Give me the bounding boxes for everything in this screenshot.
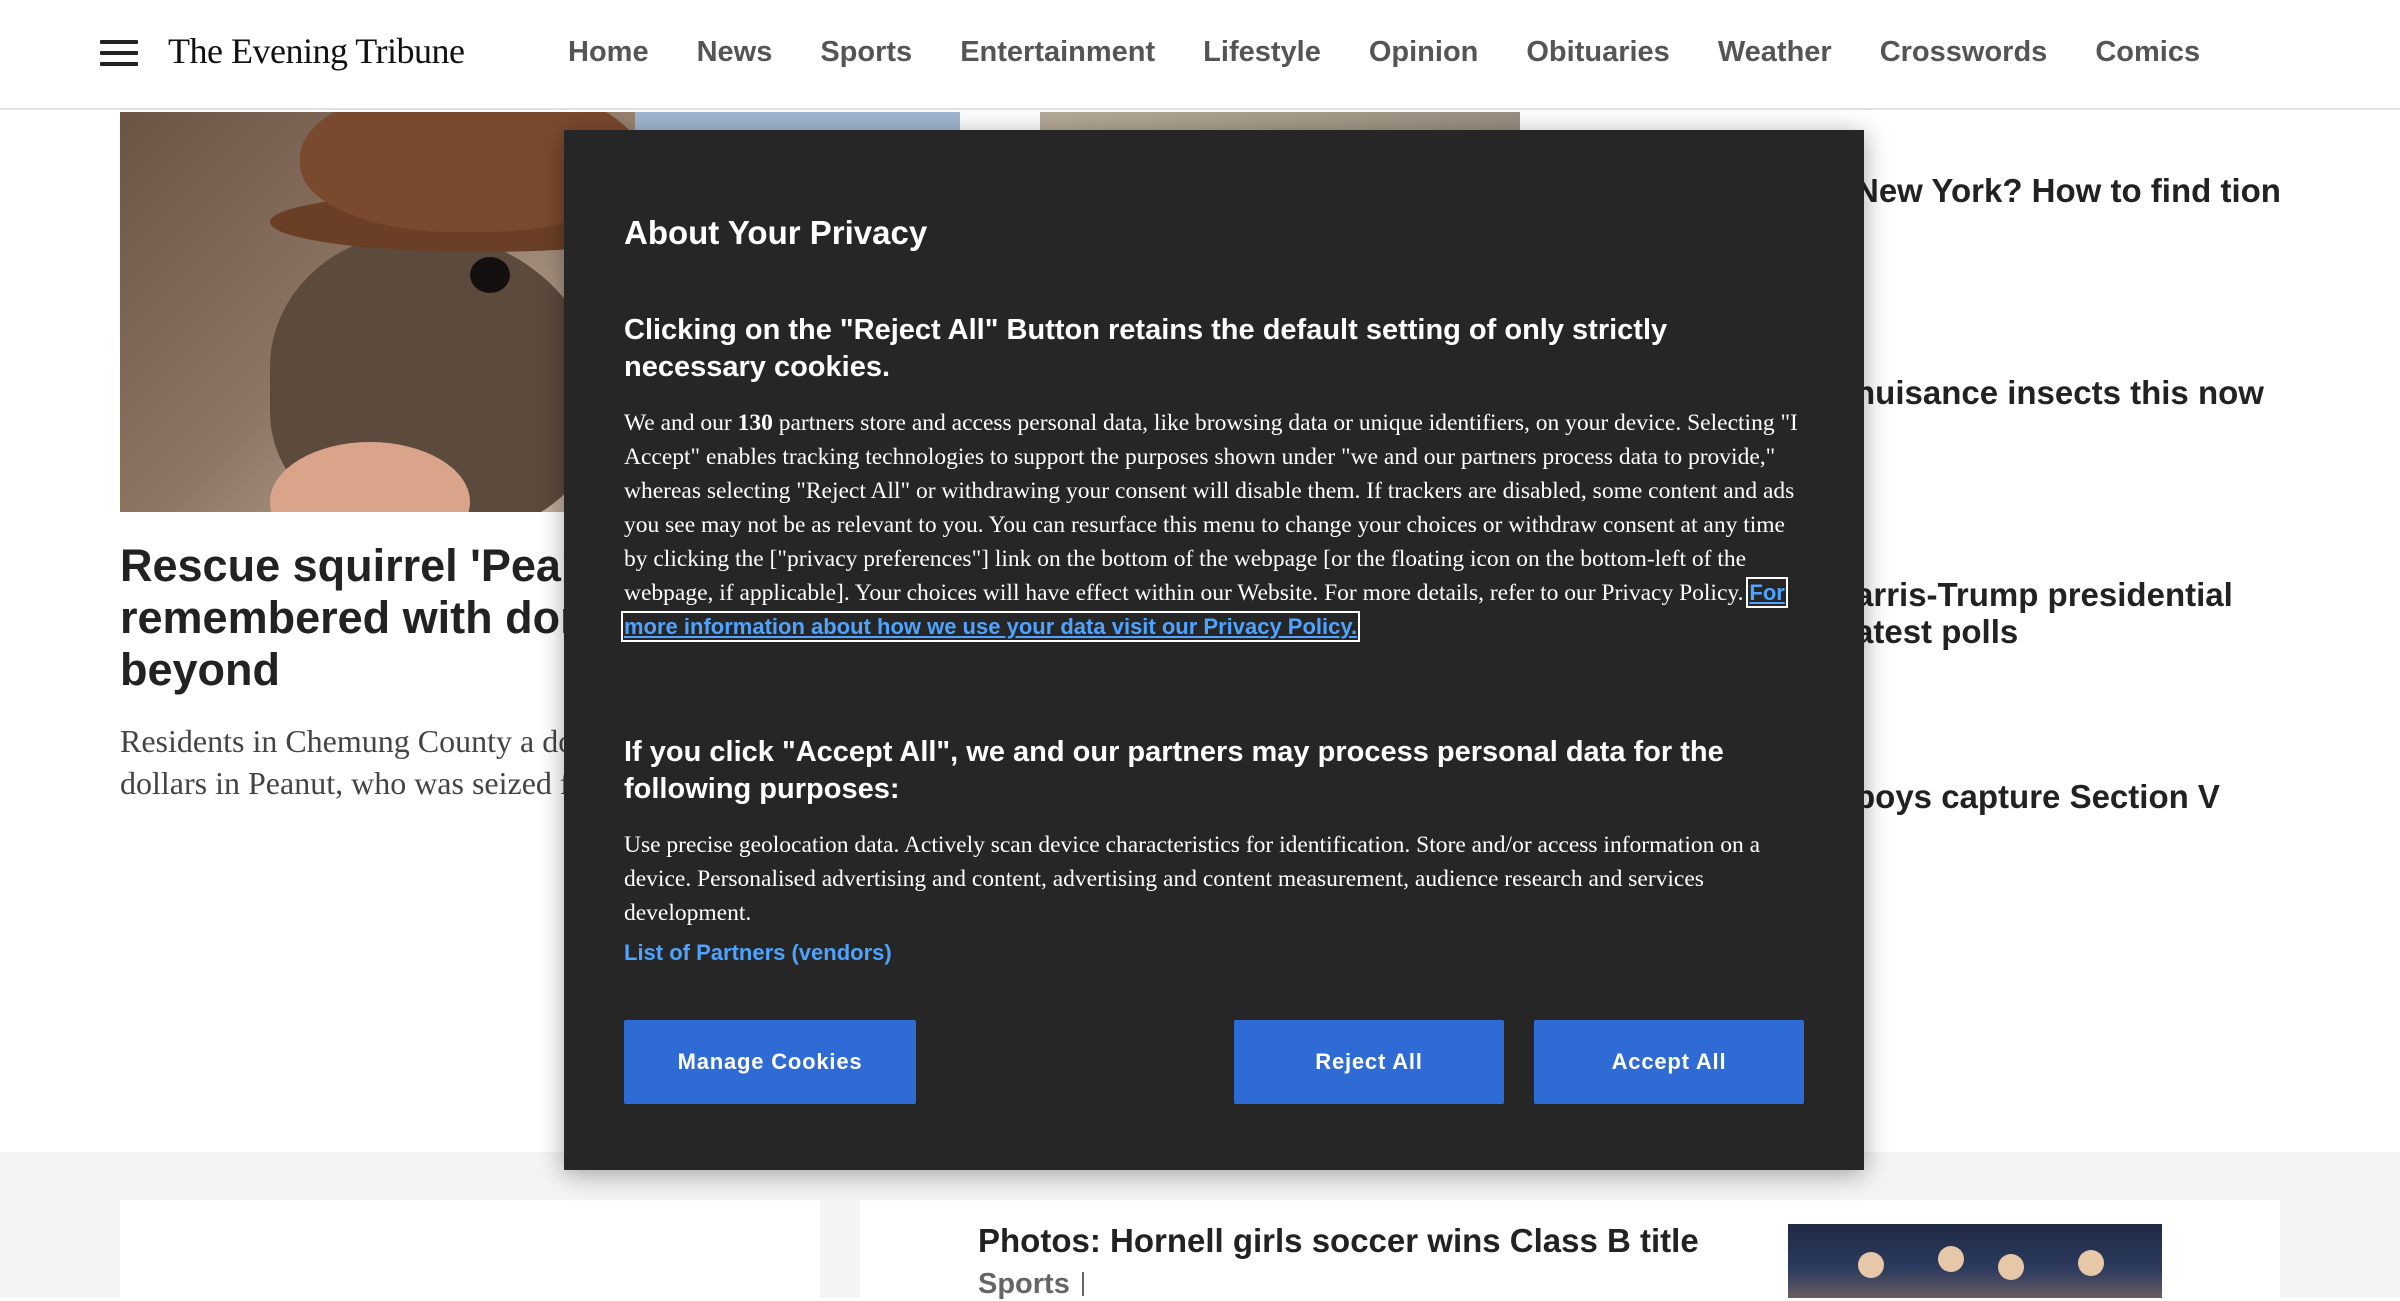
nav-weather[interactable]: Weather [1718, 36, 1832, 69]
menu-icon[interactable] [100, 38, 138, 68]
side-story-3[interactable]: arris-Trump presidential atest polls [1855, 576, 2295, 650]
privacy-body-intro: We and our [624, 410, 738, 436]
manage-cookies-button[interactable]: Manage Cookies [624, 1020, 916, 1104]
section-divider [1082, 1272, 1084, 1296]
nav-home[interactable]: Home [568, 36, 649, 69]
nav-sports[interactable]: Sports [820, 36, 912, 69]
nav-lifestyle[interactable]: Lifestyle [1203, 36, 1321, 69]
privacy-body-text: partners store and access personal data,… [624, 410, 1798, 606]
partners-count: 130 [737, 410, 773, 436]
side-story-4[interactable]: boys capture Section V [1855, 778, 2295, 815]
lower-headline[interactable]: Photos: Hornell girls soccer wins Class … [978, 1222, 1699, 1260]
nav-news[interactable]: News [697, 36, 773, 69]
partners-list-link[interactable]: List of Partners (vendors) [624, 940, 892, 966]
nav-opinion[interactable]: Opinion [1369, 36, 1479, 69]
accept-all-button[interactable]: Accept All [1534, 1020, 1804, 1104]
privacy-subhead: Clicking on the "Reject All" Button reta… [624, 314, 1668, 383]
main-nav: Home News Sports Entertainment Lifestyle… [568, 36, 2248, 69]
reject-all-button[interactable]: Reject All [1234, 1020, 1504, 1104]
privacy-title: About Your Privacy [624, 214, 928, 251]
privacy-body: We and our 130 partners store and access… [621, 406, 1804, 644]
privacy-purposes-text: Use precise geolocation data. Actively s… [624, 832, 1761, 926]
nav-entertainment[interactable]: Entertainment [960, 36, 1155, 69]
side-story-1[interactable]: New York? How to find tion [1855, 172, 2295, 209]
soccer-photo[interactable] [1788, 1224, 2162, 1298]
lower-section-label[interactable]: Sports [978, 1268, 1070, 1301]
privacy-purposes-heading: If you click "Accept All", we and our pa… [624, 736, 1724, 805]
site-header: The Evening Tribune Home News Sports Ent… [0, 0, 2400, 110]
nav-crosswords[interactable]: Crosswords [1880, 36, 2048, 69]
nav-obituaries[interactable]: Obituaries [1526, 36, 1669, 69]
privacy-dialog: About Your Privacy Clicking on the "Reje… [564, 130, 1864, 1170]
story-image[interactable] [1040, 112, 1520, 130]
lower-card-left [120, 1200, 820, 1298]
side-story-2[interactable]: nuisance insects this now [1855, 374, 2295, 411]
site-logo[interactable]: The Evening Tribune [168, 30, 465, 72]
nav-comics[interactable]: Comics [2095, 36, 2200, 69]
